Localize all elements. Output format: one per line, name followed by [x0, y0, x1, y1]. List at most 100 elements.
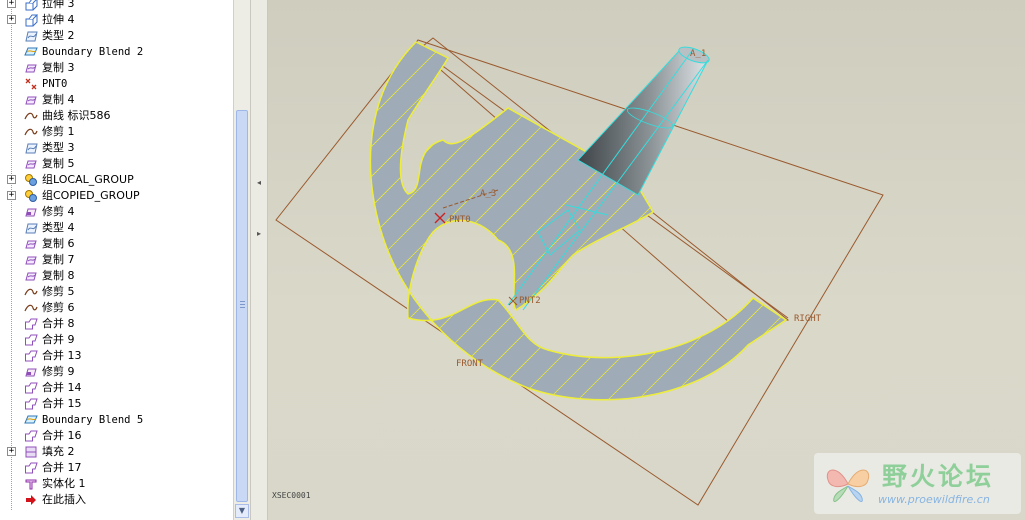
model-tree-item-label: 拉伸 3: [42, 0, 75, 10]
model-tree-item-label: 修剪 5: [42, 285, 75, 298]
model-tree-item-label: 复制 3: [42, 61, 75, 74]
model-tree-item-label: 合并 16: [42, 429, 82, 442]
model-tree-item[interactable]: + 拉伸 3: [0, 0, 233, 12]
model-tree-item[interactable]: + 拉伸 4: [0, 12, 233, 28]
style-curve-icon: [24, 221, 38, 235]
datum-curve-icon: [24, 301, 38, 315]
model-tree-item[interactable]: 复制 8: [0, 268, 233, 284]
merge-icon: [24, 381, 38, 395]
boundary-blend-icon: [24, 413, 38, 427]
model-tree-item[interactable]: 类型 2: [0, 28, 233, 44]
style-curve-icon: [24, 29, 38, 43]
status-xsec-label: XSEC0001: [272, 491, 311, 500]
scrollbar-thumb[interactable]: [236, 110, 248, 502]
expand-icon[interactable]: +: [7, 175, 16, 184]
label-pnt2: PNT2: [519, 296, 541, 306]
trim-surface-icon: [24, 205, 38, 219]
model-tree-item-label: 复制 8: [42, 269, 75, 282]
expand-icon[interactable]: +: [7, 447, 16, 456]
expand-icon[interactable]: +: [7, 191, 16, 200]
merge-icon: [24, 349, 38, 363]
model-tree-item-label: 合并 17: [42, 461, 82, 474]
group-icon: [24, 173, 38, 187]
model-tree-item-label: Boundary Blend 2: [42, 46, 144, 58]
model-tree-item[interactable]: 修剪 6: [0, 300, 233, 316]
style-curve-icon: [24, 141, 38, 155]
model-tree-item-label: 类型 4: [42, 221, 75, 234]
copy-surface-icon: [24, 61, 38, 75]
scroll-down-button[interactable]: ▼: [235, 504, 249, 518]
watermark-title: 野火论坛: [882, 462, 995, 491]
model-tree-item-label: 复制 7: [42, 253, 75, 266]
model-tree-item[interactable]: 复制 5: [0, 156, 233, 172]
merge-icon: [24, 461, 38, 475]
merge-icon: [24, 317, 38, 331]
model-tree-item[interactable]: Boundary Blend 5: [0, 412, 233, 428]
label-axis-a3: A_3: [480, 189, 496, 199]
model-tree-item[interactable]: 修剪 9: [0, 364, 233, 380]
model-tree-item-label: 修剪 1: [42, 125, 75, 138]
model-tree-scrollbar[interactable]: ▼: [233, 0, 250, 520]
model-tree-item[interactable]: 类型 4: [0, 220, 233, 236]
label-front: FRONT: [456, 359, 484, 369]
copy-surface-icon: [24, 253, 38, 267]
model-tree-item[interactable]: 合并 14: [0, 380, 233, 396]
model-tree-item-label: 类型 3: [42, 141, 75, 154]
model-tree-item-label: 类型 2: [42, 29, 75, 42]
model-tree-item-label: PNT0: [42, 78, 68, 90]
model-tree: + 拉伸 3 + 拉伸 4 类型 2 Boundary Blend 2 复制 3 PNT0 复制…: [0, 0, 233, 520]
datum-plane-front[interactable]: [275, 39, 884, 506]
model-tree-item[interactable]: + 填充 2: [0, 444, 233, 460]
model-tree-item[interactable]: 合并 17: [0, 460, 233, 476]
model-tree-item-label: 曲线 标识586: [42, 109, 111, 122]
panel-splitter[interactable]: ◂ ▸: [250, 0, 268, 520]
model-tree-item[interactable]: 合并 9: [0, 332, 233, 348]
expand-icon[interactable]: +: [7, 15, 16, 24]
copy-surface-icon: [24, 237, 38, 251]
model-tree-item[interactable]: 修剪 1: [0, 124, 233, 140]
model-tree-item-label: 复制 6: [42, 237, 75, 250]
model-tree-item-label: 在此插入: [42, 493, 86, 506]
merge-icon: [24, 397, 38, 411]
collapse-left-icon[interactable]: ◂: [254, 177, 264, 189]
model-tree-item-label: 合并 9: [42, 333, 75, 346]
insert-here-arrow-icon: [24, 493, 38, 507]
model-tree-item[interactable]: 修剪 4: [0, 204, 233, 220]
copy-surface-icon: [24, 269, 38, 283]
model-tree-item[interactable]: 合并 15: [0, 396, 233, 412]
boundary-blend-icon: [24, 45, 38, 59]
model-tree-item-label: 复制 5: [42, 157, 75, 170]
merge-icon: [24, 333, 38, 347]
model-tree-item-label: 合并 14: [42, 381, 82, 394]
merge-icon: [24, 429, 38, 443]
model-tree-item[interactable]: 复制 6: [0, 236, 233, 252]
fill-icon: [24, 445, 38, 459]
datum-curve-icon: [24, 109, 38, 123]
model-tree-item[interactable]: 合并 8: [0, 316, 233, 332]
model-tree-item[interactable]: 合并 16: [0, 428, 233, 444]
model-tree-item-label: 实体化 1: [42, 477, 86, 490]
model-tree-item[interactable]: 复制 3: [0, 60, 233, 76]
model-tree-item[interactable]: Boundary Blend 2: [0, 44, 233, 60]
model-tree-item[interactable]: + 组COPIED_GROUP: [0, 188, 233, 204]
expand-icon[interactable]: +: [7, 0, 16, 8]
model-tree-item[interactable]: 在此插入: [0, 492, 233, 508]
trim-surface-icon: [24, 365, 38, 379]
model-tree-item[interactable]: 复制 7: [0, 252, 233, 268]
model-tree-item[interactable]: 实体化 1: [0, 476, 233, 492]
extrude-icon: [24, 0, 38, 11]
model-tree-item-label: 合并 8: [42, 317, 75, 330]
model-tree-item[interactable]: PNT0: [0, 76, 233, 92]
butterfly-icon: [826, 469, 870, 502]
expand-right-icon[interactable]: ▸: [254, 228, 264, 240]
model-tree-item[interactable]: 修剪 5: [0, 284, 233, 300]
model-tree-item[interactable]: 合并 13: [0, 348, 233, 364]
datum-curve-icon: [24, 125, 38, 139]
graphics-window[interactable]: A_1 A_3 PNT0 PNT2 FRONT RIGHT XSEC0001 野…: [268, 0, 1025, 520]
model-tree-item[interactable]: 曲线 标识586: [0, 108, 233, 124]
model-tree-item-label: 合并 15: [42, 397, 82, 410]
model-tree-item[interactable]: + 组LOCAL_GROUP: [0, 172, 233, 188]
model-tree-item[interactable]: 类型 3: [0, 140, 233, 156]
model-tree-item[interactable]: 复制 4: [0, 92, 233, 108]
model-tree-item-label: 填充 2: [42, 445, 75, 458]
